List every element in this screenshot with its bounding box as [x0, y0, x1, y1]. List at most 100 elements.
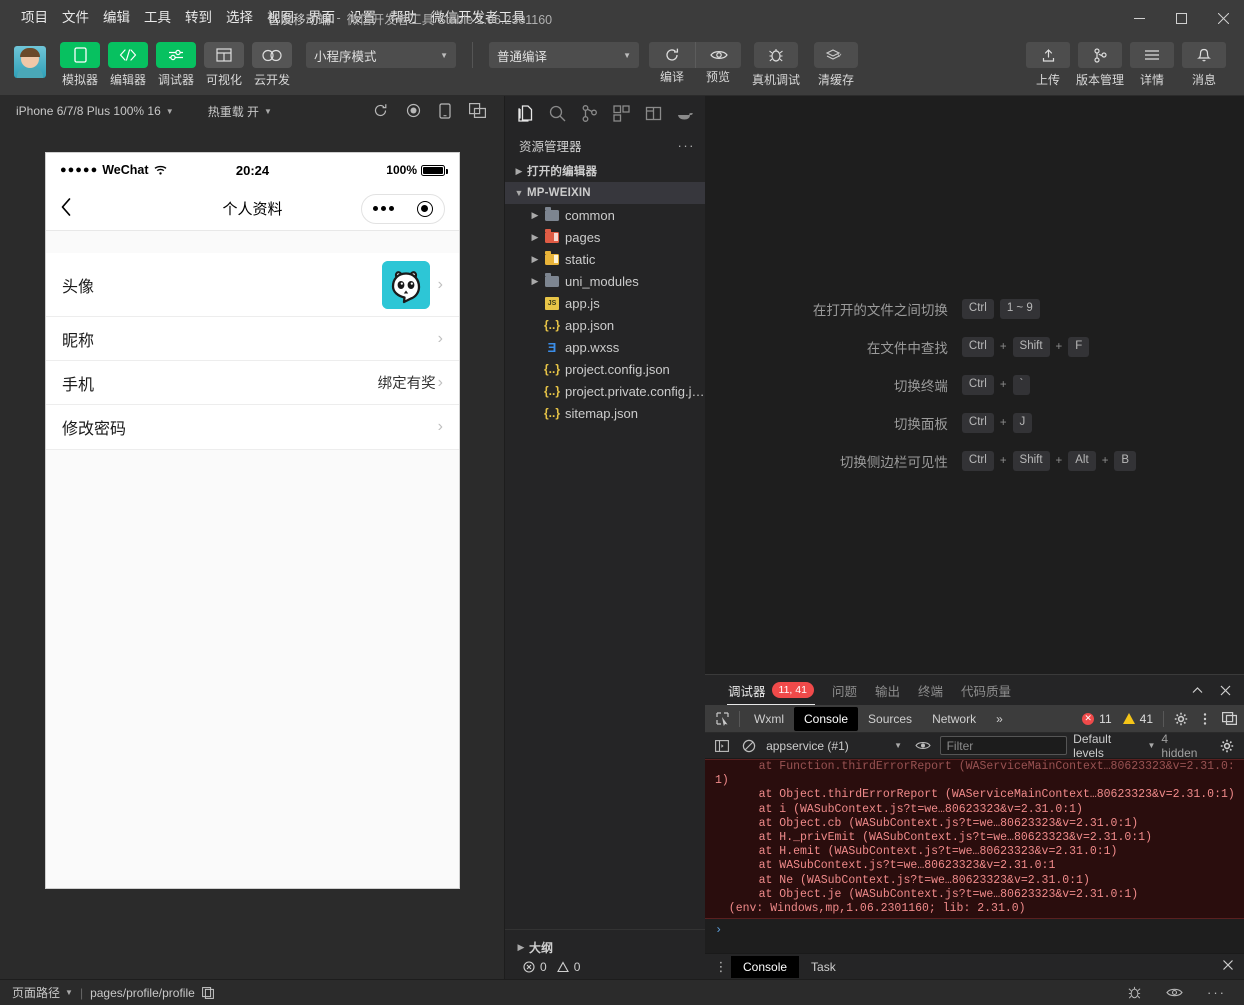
page-path-selector[interactable]: 页面路径 ▼ — [12, 984, 73, 1001]
key-cap: Shift — [1013, 451, 1050, 471]
tree-item-app-wxss[interactable]: ▶ Ǝ app.wxss — [505, 336, 705, 358]
record-icon[interactable] — [406, 103, 421, 119]
eye-icon[interactable] — [912, 735, 934, 757]
toolbar-button-editor[interactable]: 编辑器 — [105, 42, 151, 88]
toolbar-button-simulator[interactable]: 模拟器 — [57, 42, 103, 88]
tree-item-project-private-config[interactable]: ▶ {..} project.private.config.js... — [505, 380, 705, 402]
menu-item-edit[interactable]: 编辑 — [96, 7, 137, 29]
tree-item-static[interactable]: ▶ static — [505, 248, 705, 270]
settings-gear-icon[interactable] — [1170, 708, 1192, 730]
console-context-select[interactable]: appservice (#1) ▼ — [766, 739, 906, 753]
dock-icon[interactable] — [1218, 708, 1240, 730]
copy-icon[interactable] — [202, 987, 214, 999]
toolbar-button-version-control[interactable]: 版本管理 — [1074, 42, 1126, 88]
menu-item-tools[interactable]: 工具 — [137, 7, 178, 29]
toolbar-button-real-device-debug[interactable]: 真机调试 — [747, 42, 805, 88]
menu-item-goto[interactable]: 转到 — [178, 7, 219, 29]
issue-counts[interactable]: ✕ 11 41 — [1082, 712, 1153, 726]
toolbar-button-debugger[interactable]: 调试器 — [153, 42, 199, 88]
device-select[interactable]: iPhone 6/7/8 Plus 100% 16 ▼ — [10, 101, 180, 121]
tree-item-uni-modules[interactable]: ▶ uni_modules — [505, 270, 705, 292]
split-editor-icon[interactable] — [637, 96, 669, 130]
toolbar-button-details[interactable]: 详情 — [1126, 42, 1178, 88]
subtab-sources[interactable]: Sources — [858, 707, 922, 731]
subtab-network[interactable]: Network — [922, 707, 986, 731]
refresh-icon[interactable] — [373, 103, 388, 119]
bug-icon[interactable] — [1127, 985, 1142, 1000]
tab-problems[interactable]: 问题 — [823, 675, 866, 705]
outline-header[interactable]: ▶ 大纲 — [505, 936, 705, 958]
battery-percent: 100% — [386, 163, 417, 177]
tree-item-common[interactable]: ▶ common — [505, 204, 705, 226]
tree-section-mp-weixin[interactable]: ▼ MP-WEIXIN — [505, 182, 705, 204]
target-icon[interactable] — [417, 201, 433, 217]
minimize-button[interactable] — [1118, 0, 1160, 36]
console-error-entry[interactable]: at Function.thirdErrorReport (WAServiceM… — [705, 759, 1244, 919]
tree-item-sitemap[interactable]: ▶ {..} sitemap.json — [505, 402, 705, 424]
tab-debugger[interactable]: 调试器 11, 41 — [719, 675, 823, 705]
list-item-avatar[interactable]: 头像 — [46, 253, 459, 317]
close-icon[interactable] — [1222, 958, 1238, 976]
tab-terminal[interactable]: 终端 — [909, 675, 952, 705]
tab-output[interactable]: 输出 — [866, 675, 909, 705]
toolbar-button-upload[interactable]: 上传 — [1022, 42, 1074, 88]
toolbar-button-messages[interactable]: 消息 — [1178, 42, 1230, 88]
inspect-element-icon[interactable] — [709, 706, 735, 732]
problems-summary[interactable]: 0 0 — [505, 960, 705, 974]
chevron-up-icon[interactable] — [1184, 677, 1210, 703]
menu-item-select[interactable]: 选择 — [219, 7, 260, 29]
list-item-phone[interactable]: 手机 绑定有奖 › — [46, 361, 459, 405]
subtab-wxml[interactable]: Wxml — [744, 707, 794, 731]
menu-item-project[interactable]: 项目 — [14, 7, 55, 29]
docker-icon[interactable] — [669, 96, 701, 130]
tree-item-pages[interactable]: ▶ pages — [505, 226, 705, 248]
tab-code-quality[interactable]: 代码质量 — [952, 675, 1020, 705]
extensions-icon[interactable] — [605, 96, 637, 130]
console-output[interactable]: at Function.thirdErrorReport (WAServiceM… — [705, 759, 1244, 953]
console-levels-select[interactable]: Default levels ▼ — [1073, 732, 1155, 760]
toolbar-button-clear-cache[interactable]: 清缓存 — [807, 42, 865, 88]
console-sidebar-icon[interactable] — [711, 735, 733, 757]
hot-reload-select[interactable]: 热重载 开 ▼ — [202, 100, 278, 123]
subtab-console[interactable]: Console — [794, 707, 858, 731]
drawer-tab-console[interactable]: Console — [731, 956, 799, 978]
settings-gear-icon[interactable] — [1216, 735, 1238, 757]
kebab-menu-icon[interactable] — [1194, 708, 1216, 730]
mode-select[interactable]: 小程序模式 ▼ — [306, 42, 456, 68]
drawer-tab-task[interactable]: Task — [799, 956, 848, 978]
tree-item-app-json[interactable]: ▶ {..} app.json — [505, 314, 705, 336]
tree-item-project-config[interactable]: ▶ {..} project.config.json — [505, 358, 705, 380]
tree-section-open-editors[interactable]: ▶ 打开的编辑器 — [505, 160, 705, 182]
compile-button[interactable] — [649, 42, 695, 68]
user-avatar[interactable] — [14, 46, 46, 78]
plus-sign: + — [1000, 417, 1007, 429]
eye-icon[interactable] — [1166, 987, 1183, 998]
list-item-change-password[interactable]: 修改密码 › — [46, 405, 459, 450]
source-control-icon[interactable] — [573, 96, 605, 130]
maximize-button[interactable] — [1160, 0, 1202, 36]
chevron-right-icon: ▶ — [527, 254, 543, 265]
console-filter-input[interactable]: Filter — [940, 736, 1068, 755]
kebab-menu-icon[interactable]: ⋮ — [711, 960, 731, 973]
toolbar-button-cloud[interactable]: 云开发 — [249, 42, 295, 88]
files-icon[interactable] — [509, 96, 541, 130]
ellipsis-icon[interactable]: ··· — [678, 138, 696, 153]
preview-button[interactable] — [695, 42, 741, 68]
ellipsis-icon[interactable]: ··· — [1207, 986, 1226, 999]
list-item-nickname[interactable]: 昵称 › — [46, 317, 459, 361]
menu-item-file[interactable]: 文件 — [55, 7, 96, 29]
ellipsis-icon[interactable] — [373, 206, 394, 211]
close-icon[interactable] — [1212, 677, 1238, 703]
toolbar-button-visualization[interactable]: 可视化 — [201, 42, 247, 88]
multi-window-icon[interactable] — [469, 103, 486, 119]
compile-mode-select[interactable]: 普通编译 ▼ — [489, 42, 639, 68]
clear-console-icon[interactable] — [739, 735, 761, 757]
rotate-device-icon[interactable] — [439, 103, 451, 119]
tree-item-app-js[interactable]: ▶ JS app.js — [505, 292, 705, 314]
profile-avatar-image[interactable] — [382, 261, 430, 309]
debugger-badge: 11, 41 — [772, 682, 814, 698]
close-button[interactable] — [1202, 0, 1244, 36]
search-icon[interactable] — [541, 96, 573, 130]
subtab-more[interactable]: » — [986, 707, 1013, 731]
console-prompt[interactable]: › — [705, 919, 1244, 941]
